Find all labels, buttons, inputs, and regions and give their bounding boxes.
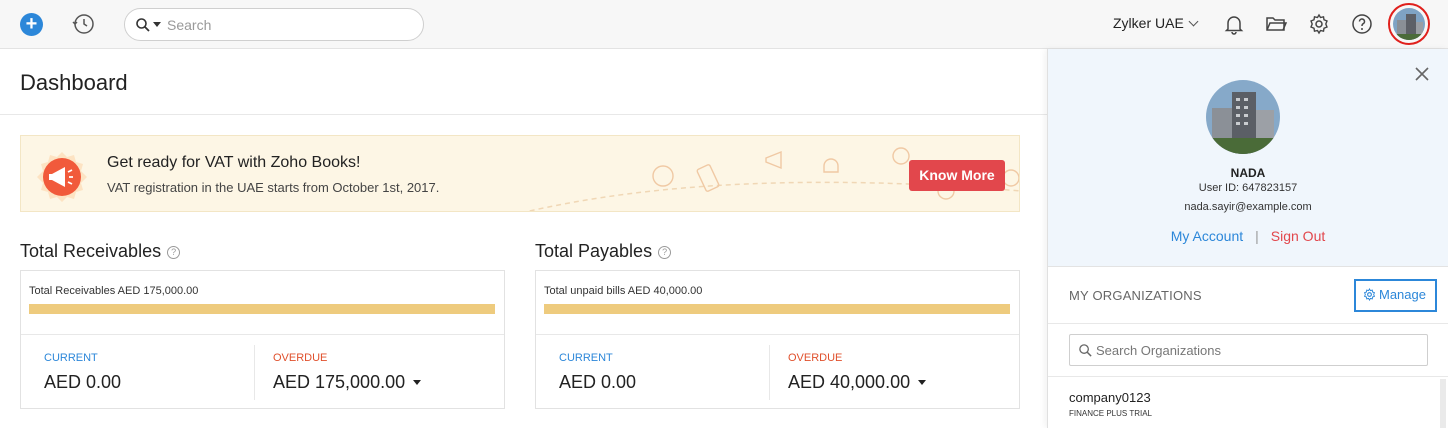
payables-total: Total unpaid bills AED 40,000.00: [544, 285, 703, 297]
global-search[interactable]: [124, 8, 424, 41]
link-separator: |: [1255, 228, 1259, 244]
org-name: company0123: [1069, 390, 1151, 405]
divider: [769, 345, 770, 400]
org-plan: FINANCE PLUS TRIAL: [1069, 409, 1152, 418]
manage-button[interactable]: Manage: [1354, 279, 1437, 312]
current-amount: AED 0.00: [44, 372, 122, 392]
payables-card: Total unpaid bills AED 40,000.00 CURRENT…: [535, 270, 1020, 409]
gear-icon[interactable]: [1307, 12, 1331, 36]
org-list-item[interactable]: company0123 FINANCE PLUS TRIAL: [1048, 377, 1440, 428]
search-icon: [1079, 344, 1092, 357]
user-avatar-button[interactable]: [1388, 3, 1430, 45]
vat-banner: Get ready for VAT with Zoho Books! VAT r…: [20, 135, 1020, 212]
current-label: CURRENT: [44, 352, 98, 364]
search-scope-caret-icon[interactable]: [153, 22, 161, 27]
banner-title: Get ready for VAT with Zoho Books!: [107, 154, 361, 171]
divider: [0, 114, 1047, 115]
quick-create-button[interactable]: +: [20, 13, 43, 36]
search-input[interactable]: [167, 15, 407, 35]
divider: [536, 334, 1019, 335]
manage-label: Manage: [1379, 287, 1426, 302]
banner-decoration: [526, 147, 1019, 211]
payables-bar: [544, 304, 1010, 314]
receivables-heading: Total Receivables?: [20, 241, 181, 262]
caret-down-icon[interactable]: [413, 380, 422, 385]
overdue-value: AED 40,000.00: [788, 372, 911, 392]
avatar-image: [1393, 8, 1425, 40]
history-icon[interactable]: [72, 12, 96, 36]
caret-down-icon[interactable]: [918, 380, 927, 385]
overdue-label: OVERDUE: [273, 352, 328, 364]
chevron-down-icon: [1188, 16, 1199, 27]
org-search-input[interactable]: [1096, 341, 1416, 359]
payables-title: Total Payables: [535, 241, 653, 261]
bell-icon[interactable]: [1222, 12, 1246, 36]
scrollbar[interactable]: [1440, 379, 1446, 428]
my-account-link[interactable]: My Account: [1171, 228, 1243, 244]
receivables-title: Total Receivables: [20, 241, 162, 261]
search-icon: [136, 18, 150, 32]
profile-header: NADA User ID: 647823157 nada.sayir@examp…: [1048, 49, 1448, 267]
help-icon[interactable]: [1350, 12, 1374, 36]
divider: [21, 334, 504, 335]
current-amount: AED 0.00: [559, 372, 637, 392]
overdue-label: OVERDUE: [788, 352, 843, 364]
org-search[interactable]: [1069, 334, 1428, 366]
top-bar: + Zylker UAE: [0, 0, 1448, 49]
gear-icon: [1363, 288, 1376, 301]
overdue-amount[interactable]: AED 40,000.00: [788, 372, 927, 393]
know-more-button[interactable]: Know More: [909, 160, 1005, 191]
folder-icon[interactable]: [1264, 12, 1288, 36]
payables-heading: Total Payables?: [535, 241, 672, 262]
close-icon[interactable]: [1415, 67, 1429, 81]
profile-links: My Account | Sign Out: [1048, 228, 1448, 244]
divider: [254, 345, 255, 400]
overdue-amount[interactable]: AED 175,000.00: [273, 372, 422, 393]
help-icon[interactable]: ?: [658, 246, 672, 259]
receivables-total: Total Receivables AED 175,000.00: [29, 285, 199, 297]
user-id: User ID: 647823157: [1198, 182, 1298, 194]
receivables-bar: [29, 304, 495, 314]
current-label: CURRENT: [559, 352, 613, 364]
page-title: Dashboard: [20, 70, 128, 95]
org-switcher-label: Zylker UAE: [1113, 15, 1184, 31]
profile-panel: NADA User ID: 647823157 nada.sayir@examp…: [1047, 49, 1448, 428]
help-icon[interactable]: ?: [167, 246, 181, 259]
user-email: nada.sayir@example.com: [1184, 201, 1312, 213]
receivables-card: Total Receivables AED 175,000.00 CURRENT…: [20, 270, 505, 409]
banner-subtitle: VAT registration in the UAE starts from …: [107, 180, 440, 195]
org-switcher[interactable]: Zylker UAE: [1113, 15, 1199, 31]
avatar: [1206, 80, 1280, 154]
user-name: NADA: [1230, 166, 1266, 180]
divider: [1048, 323, 1448, 324]
overdue-value: AED 175,000.00: [273, 372, 406, 392]
organizations-heading: MY ORGANIZATIONS: [1069, 288, 1202, 303]
sign-out-link[interactable]: Sign Out: [1271, 228, 1325, 244]
megaphone-icon: [37, 152, 87, 202]
